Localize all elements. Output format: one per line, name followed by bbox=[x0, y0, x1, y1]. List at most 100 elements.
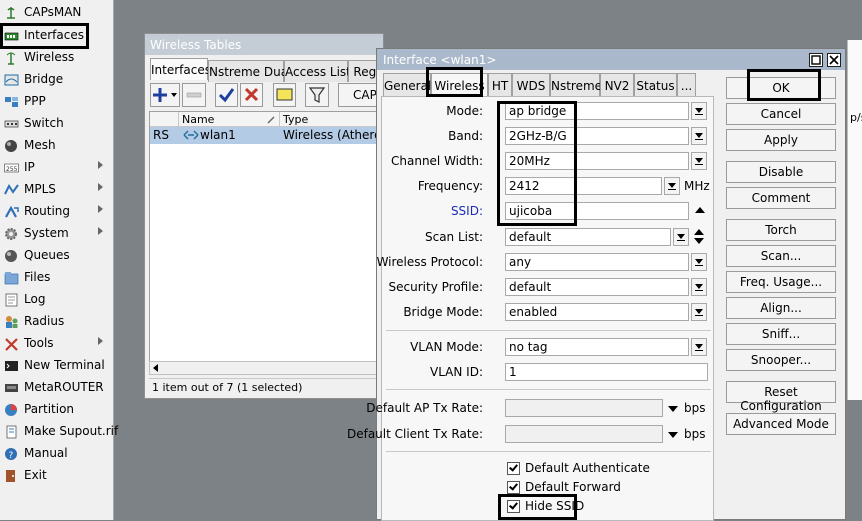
tab-interfaces[interactable]: Interfaces bbox=[150, 58, 211, 80]
horizontal-scrollbar[interactable] bbox=[149, 361, 385, 375]
scan-list-label: Scan List: bbox=[424, 230, 483, 244]
vlan-id-input[interactable]: 1 bbox=[505, 363, 708, 381]
sidebar-item-tools[interactable]: Tools bbox=[0, 333, 113, 355]
column-header-type[interactable]: Type bbox=[280, 112, 386, 127]
default-authenticate-checkbox[interactable] bbox=[507, 462, 520, 475]
tab-ht[interactable]: HT bbox=[488, 73, 512, 96]
sidebar-item-ppp[interactable]: PPP bbox=[0, 91, 113, 113]
default-client-tx-rate-input[interactable] bbox=[505, 425, 663, 443]
comment-button[interactable]: Comment bbox=[726, 187, 836, 209]
sidebar-item-mpls[interactable]: MPLS bbox=[0, 179, 113, 201]
column-header-flags[interactable] bbox=[150, 112, 179, 127]
mesh-icon bbox=[4, 139, 19, 153]
vlan-mode-dropdown-icon[interactable] bbox=[691, 338, 707, 356]
add-button[interactable] bbox=[150, 83, 180, 107]
sidebar-item-label: Exit bbox=[24, 468, 47, 482]
advanced-mode-button[interactable]: Advanced Mode bbox=[726, 413, 836, 435]
cancel-button[interactable]: Cancel bbox=[726, 103, 836, 125]
frequency-select[interactable]: 2412 bbox=[505, 177, 662, 195]
bridge-mode-select[interactable]: enabled bbox=[505, 303, 689, 321]
sidebar-item-interfaces[interactable]: Interfaces bbox=[0, 25, 113, 47]
vlan-mode-select[interactable]: no tag bbox=[505, 338, 689, 356]
ssid-input[interactable]: ujicoba bbox=[505, 202, 689, 220]
remove-button[interactable] bbox=[182, 83, 206, 107]
sidebar-item-partition[interactable]: Partition bbox=[0, 399, 113, 421]
sidebar-item-manual[interactable]: ? Manual bbox=[0, 443, 113, 465]
wireless-protocol-select[interactable]: any bbox=[505, 253, 689, 271]
sidebar-item-radius[interactable]: Radius bbox=[0, 311, 113, 333]
filter-button[interactable] bbox=[305, 83, 329, 107]
tab-nv2[interactable]: NV2 bbox=[600, 73, 634, 96]
wireless-protocol-dropdown-icon[interactable] bbox=[691, 253, 707, 271]
interface-dialog-titlebar[interactable]: Interface <wlan1> bbox=[377, 49, 845, 70]
security-profile-dropdown-icon[interactable] bbox=[691, 278, 707, 296]
security-profile-select[interactable]: default bbox=[505, 278, 689, 296]
sidebar-item-new-terminal[interactable]: New Terminal bbox=[0, 355, 113, 377]
snooper-button[interactable]: Snooper... bbox=[726, 349, 836, 371]
align-button[interactable]: Align... bbox=[726, 297, 836, 319]
sidebar-item-system[interactable]: System bbox=[0, 223, 113, 245]
scan-list-down-icon[interactable] bbox=[694, 238, 704, 244]
apply-button[interactable]: Apply bbox=[726, 129, 836, 151]
maximize-icon[interactable] bbox=[809, 53, 823, 67]
band-dropdown-icon[interactable] bbox=[691, 127, 707, 145]
sidebar-item-log[interactable]: Log bbox=[0, 289, 113, 311]
sidebar-item-capsman[interactable]: CAPsMAN bbox=[0, 2, 113, 24]
disable-button[interactable] bbox=[240, 83, 263, 107]
mode-label: Mode: bbox=[446, 104, 483, 118]
sidebar-item-ip[interactable]: 255 IP bbox=[0, 157, 113, 179]
channel-width-dropdown-icon[interactable] bbox=[691, 152, 707, 170]
freq-usage-button[interactable]: Freq. Usage... bbox=[726, 271, 836, 293]
scan-list-input[interactable]: default bbox=[505, 228, 671, 246]
table-row[interactable]: RS wlan1 Wireless (Atheros AR bbox=[150, 127, 386, 144]
band-select[interactable]: 2GHz-B/G bbox=[505, 127, 689, 145]
mode-dropdown-icon[interactable] bbox=[691, 102, 707, 120]
tab-wds[interactable]: WDS bbox=[512, 73, 550, 96]
scan-list-dropdown-icon[interactable] bbox=[673, 228, 689, 246]
disable-button[interactable]: Disable bbox=[726, 161, 836, 183]
scan-list-updown-icon[interactable] bbox=[692, 228, 706, 246]
tab-general[interactable]: General bbox=[383, 73, 431, 96]
section-divider bbox=[386, 330, 711, 331]
enable-button[interactable] bbox=[215, 83, 238, 107]
comment-button[interactable] bbox=[273, 83, 296, 107]
tab-nstreme-dual[interactable]: Nstreme Dual bbox=[208, 60, 291, 82]
torch-button[interactable]: Torch bbox=[726, 219, 836, 241]
reset-configuration-button[interactable]: Reset Configuration bbox=[726, 381, 836, 413]
row-flags: RS bbox=[153, 128, 169, 142]
tab-wireless[interactable]: Wireless bbox=[431, 73, 488, 97]
scan-list-up-icon[interactable] bbox=[694, 229, 704, 235]
default-client-tx-rate-dropdown-icon[interactable] bbox=[668, 432, 678, 438]
sidebar-item-make-supout[interactable]: Make Supout.rif bbox=[0, 421, 118, 443]
sidebar-item-queues[interactable]: Queues bbox=[0, 245, 113, 267]
channel-width-select[interactable]: 20MHz bbox=[505, 152, 689, 170]
sniff-button[interactable]: Sniff... bbox=[726, 323, 836, 345]
hide-ssid-checkbox[interactable] bbox=[507, 500, 520, 513]
scroll-left-icon[interactable] bbox=[153, 364, 158, 372]
frequency-dropdown-icon[interactable] bbox=[664, 177, 680, 195]
tab-more[interactable]: ... bbox=[677, 73, 696, 96]
scan-button[interactable]: Scan... bbox=[726, 245, 836, 267]
sidebar-item-switch[interactable]: Switch bbox=[0, 113, 113, 135]
mode-select[interactable]: ap bridge bbox=[505, 102, 689, 120]
sidebar-item-wireless[interactable]: Wireless bbox=[0, 47, 113, 69]
ssid-collapse-icon[interactable] bbox=[695, 207, 705, 213]
tab-nstreme[interactable]: Nstreme bbox=[550, 73, 602, 96]
ok-button[interactable]: OK bbox=[726, 77, 836, 99]
default-forward-checkbox[interactable] bbox=[507, 481, 520, 494]
sidebar-item-bridge[interactable]: Bridge bbox=[0, 69, 113, 91]
sidebar-item-exit[interactable]: Exit bbox=[0, 465, 113, 487]
sidebar-item-metarouter[interactable]: MetaROUTER bbox=[0, 377, 113, 399]
sidebar-item-mesh[interactable]: Mesh bbox=[0, 135, 113, 157]
wireless-tables-titlebar[interactable]: Wireless Tables bbox=[145, 34, 383, 55]
tab-status[interactable]: Status bbox=[634, 73, 677, 96]
default-ap-tx-rate-input[interactable] bbox=[505, 399, 663, 417]
close-icon[interactable] bbox=[827, 53, 841, 67]
sidebar-item-routing[interactable]: Routing bbox=[0, 201, 113, 223]
default-ap-tx-rate-dropdown-icon[interactable] bbox=[668, 406, 678, 412]
bridge-mode-dropdown-icon[interactable] bbox=[691, 303, 707, 321]
sidebar-item-label: MPLS bbox=[24, 182, 56, 196]
column-header-name[interactable]: Name bbox=[179, 112, 280, 127]
tab-access-list[interactable]: Access List bbox=[284, 60, 351, 82]
sidebar-item-files[interactable]: Files bbox=[0, 267, 113, 289]
